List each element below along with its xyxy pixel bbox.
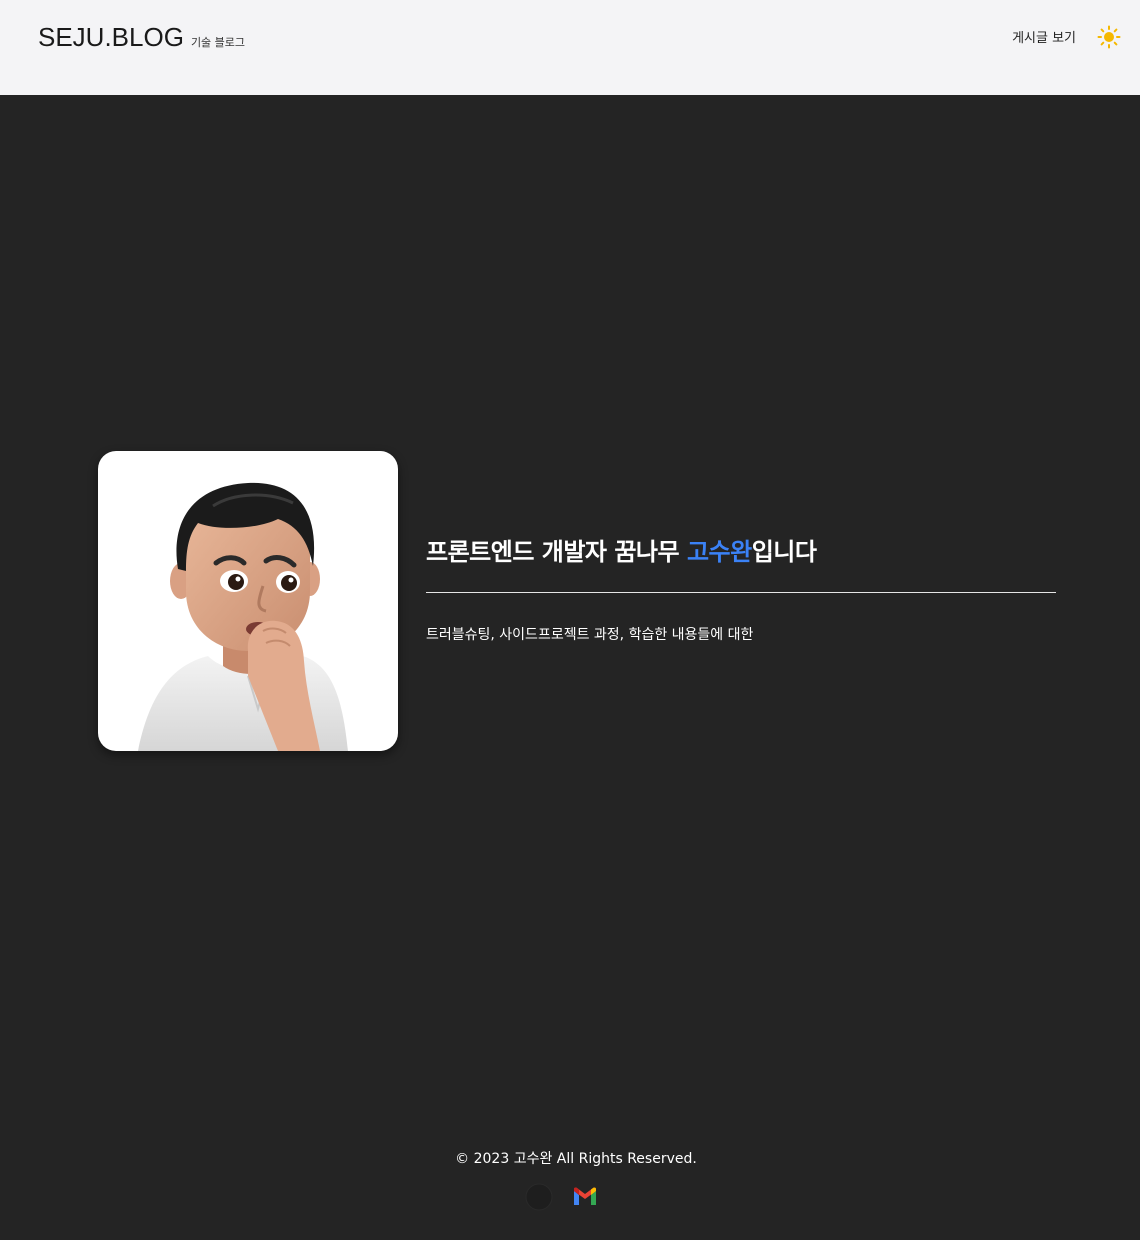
github-icon [525,1183,553,1211]
hero-headline: 프론트엔드 개발자 꿈나무 고수완입니다 [426,532,817,567]
gmail-link[interactable] [571,1183,599,1211]
hero-divider [426,592,1056,593]
nav-posts-link[interactable]: 게시글 보기 [1012,27,1076,46]
gmail-icon [574,1187,596,1205]
memoji-avatar-icon [138,482,348,751]
sun-icon [1097,25,1121,49]
headline-prefix: 프론트엔드 개발자 꿈나무 [426,538,687,566]
brand: SEJU.BLOG 기술 블로그 [38,22,245,53]
brand-title-link[interactable]: SEJU.BLOG [38,22,184,53]
site-header: SEJU.BLOG 기술 블로그 게시글 보기 [0,0,1140,95]
headline-suffix: 입니다 [751,538,817,566]
profile-avatar [98,451,398,751]
headline-name: 고수완 [686,538,752,566]
footer-copyright: © 2023 고수완 All Rights Reserved. [455,1151,697,1167]
footer-social-links [525,1183,599,1211]
hero-description: 트러블슈팅, 사이드프로젝트 과정, 학습한 내용들에 대한 [426,627,754,643]
github-link[interactable] [525,1183,553,1211]
brand-subtitle: 기술 블로그 [190,36,246,49]
theme-toggle-button[interactable] [1097,25,1121,49]
